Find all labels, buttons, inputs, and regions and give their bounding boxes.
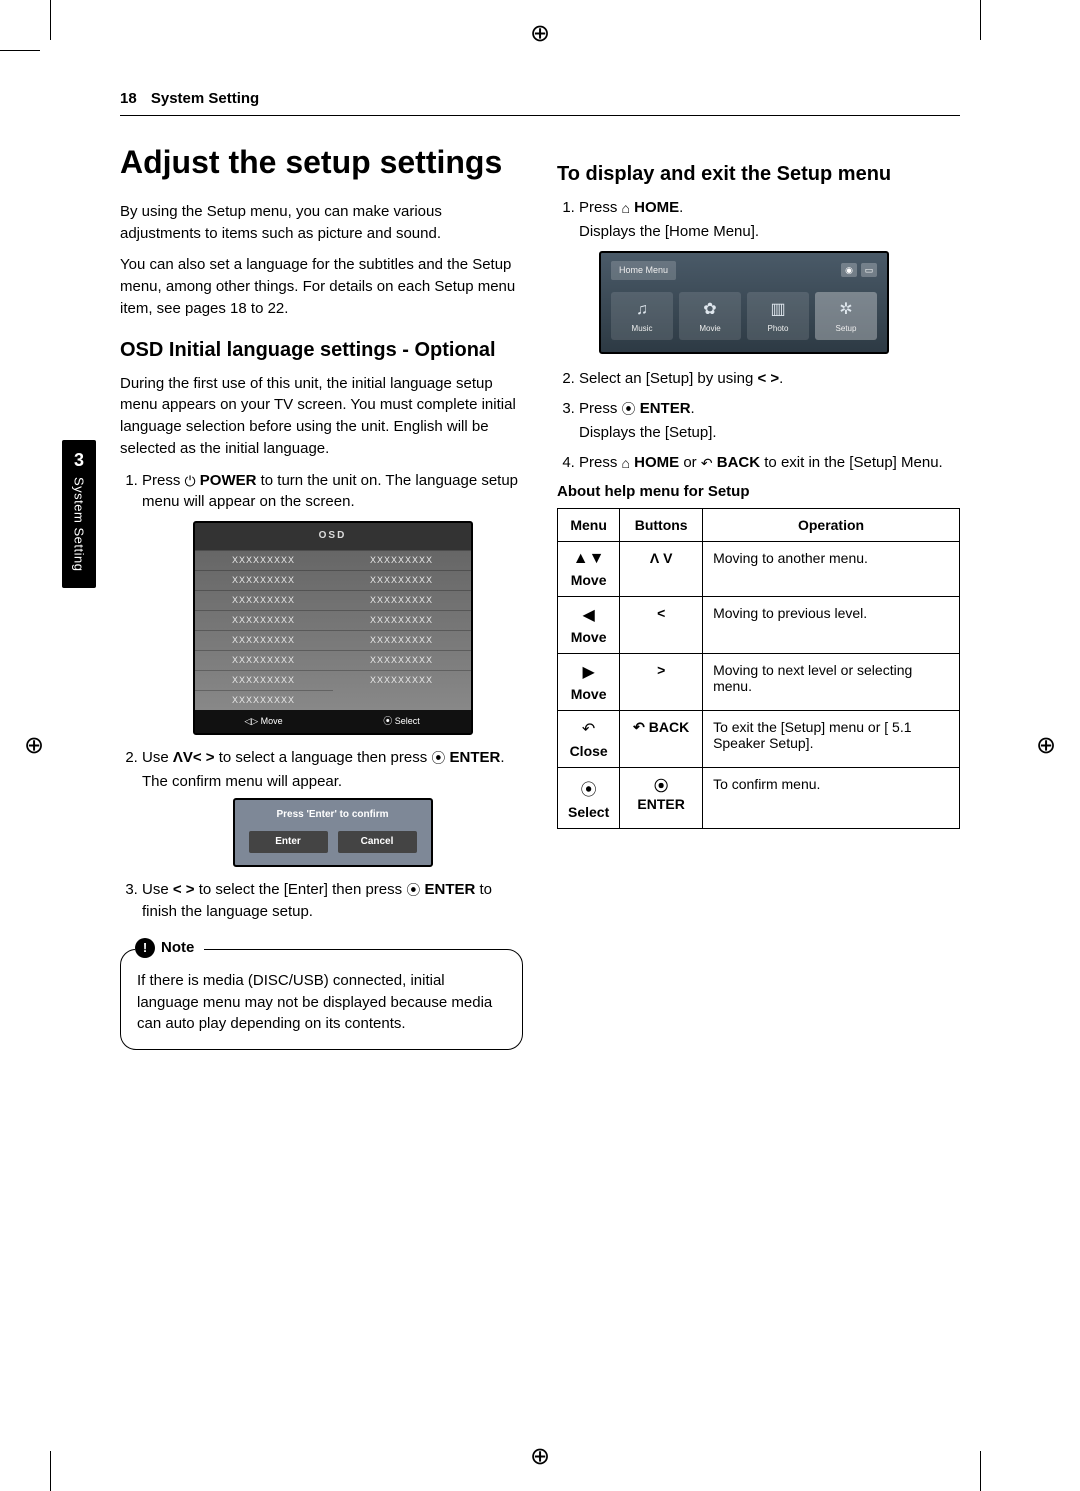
crop-mark	[50, 0, 51, 40]
arrow-left-icon: ◀	[568, 605, 609, 625]
chapter-tab: 3 System Setting	[62, 440, 96, 588]
step-item: Press ⌂ HOME or ↶ BACK to exit in the [S…	[579, 452, 960, 474]
section-heading: OSD Initial language settings - Optional	[120, 338, 523, 363]
home-icon: ⌂	[622, 200, 630, 216]
confirm-enter-button: Enter	[249, 831, 328, 854]
enter-icon: ⦿	[406, 882, 420, 898]
photo-icon: ▥	[747, 298, 809, 321]
crop-mark	[50, 1451, 51, 1491]
osd-footer-move: ◁▷ Move	[195, 710, 333, 733]
steps-list: Press ⏻ POWER to turn the unit on. The l…	[120, 470, 523, 923]
enter-icon: ⦿	[622, 401, 636, 417]
home-menu-title: Home Menu	[611, 261, 676, 280]
table-row: ↶Close ↶ BACK To exit the [Setup] menu o…	[558, 711, 960, 768]
note-label: ! Note	[135, 938, 204, 958]
note-box: ! Note If there is media (DISC/USB) conn…	[120, 949, 523, 1050]
home-tile-photo: ▥Photo	[747, 292, 809, 341]
confirm-cancel-button: Cancel	[338, 831, 417, 854]
crop-mark	[0, 50, 40, 51]
chapter-number: 3	[62, 450, 96, 471]
home-tile-music: ♫Music	[611, 292, 673, 341]
intro-paragraph: You can also set a language for the subt…	[120, 254, 523, 319]
step-item: Press ⦿ ENTER. Displays the [Setup].	[579, 398, 960, 444]
back-icon: ↶	[701, 455, 713, 471]
step-item: Press ⏻ POWER to turn the unit on. The l…	[142, 470, 523, 735]
step-item: Use < > to select the [Enter] then press…	[142, 879, 523, 923]
arrows-up-down-icon: ▲▼	[568, 550, 609, 568]
registration-mark-icon: ⊕	[526, 1443, 554, 1471]
registration-mark-icon: ⊕	[1032, 732, 1060, 760]
home-tile-setup: ✲Setup	[815, 292, 877, 341]
step-subtext: Displays the [Setup].	[579, 422, 960, 444]
th-buttons: Buttons	[620, 509, 703, 542]
right-column: To display and exit the Setup menu Press…	[557, 144, 960, 1050]
note-icon: !	[135, 938, 155, 958]
osd-left-list: XXXXXXXXX XXXXXXXXX XXXXXXXXX XXXXXXXXX …	[195, 550, 333, 710]
th-operation: Operation	[703, 509, 960, 542]
left-column: Adjust the setup settings By using the S…	[120, 144, 523, 1050]
confirm-header: Press 'Enter' to confirm	[235, 800, 431, 831]
step-item: Press ⌂ HOME. Displays the [Home Menu]. …	[579, 197, 960, 354]
osd-title: OSD	[195, 523, 471, 550]
home-menu-screenshot: Home Menu ◉▭ ♫Music ✿Movie ▥Photo ✲Setup	[599, 251, 889, 355]
step-subtext: The confirm menu will appear.	[142, 771, 523, 793]
page-title: Adjust the setup settings	[120, 144, 523, 181]
step-item: Select an [Setup] by using < >.	[579, 368, 960, 390]
steps-list: Press ⌂ HOME. Displays the [Home Menu]. …	[557, 197, 960, 473]
note-text: If there is media (DISC/USB) connected, …	[137, 970, 506, 1035]
confirm-screenshot: Press 'Enter' to confirm Enter Cancel	[233, 798, 433, 867]
disc-icon: ◉	[841, 263, 857, 277]
table-row: ▲▼Move Λ V Moving to another menu.	[558, 542, 960, 597]
crop-mark	[980, 1451, 981, 1491]
page-number: 18	[120, 90, 137, 107]
crop-mark	[980, 0, 981, 40]
section-name: System Setting	[151, 90, 259, 107]
home-icon: ⌂	[622, 455, 630, 471]
table-row: ◀Move < Moving to previous level.	[558, 597, 960, 654]
th-menu: Menu	[558, 509, 620, 542]
power-icon: ⏻	[185, 473, 196, 489]
running-header: 18 System Setting	[120, 90, 960, 116]
osd-language-screenshot: OSD XXXXXXXXX XXXXXXXXX XXXXXXXXX XXXXXX…	[193, 521, 473, 735]
step-subtext: Displays the [Home Menu].	[579, 221, 960, 243]
registration-mark-icon: ⊕	[20, 732, 48, 760]
chapter-label: System Setting	[72, 477, 87, 579]
page-content: 18 System Setting Adjust the setup setti…	[120, 90, 960, 1401]
arrow-right-icon: ▶	[568, 662, 609, 682]
music-icon: ♫	[611, 298, 673, 321]
home-tile-movie: ✿Movie	[679, 292, 741, 341]
intro-paragraph: By using the Setup menu, you can make va…	[120, 201, 523, 245]
help-table: Menu Buttons Operation ▲▼Move Λ V Moving…	[557, 508, 960, 829]
osd-right-list: XXXXXXXXX XXXXXXXXX XXXXXXXXX XXXXXXXXX …	[333, 550, 471, 710]
registration-mark-icon: ⊕	[526, 20, 554, 48]
table-row: ⦿Select ⦿ ENTER To confirm menu.	[558, 768, 960, 829]
step-item: Use ΛV< > to select a language then pres…	[142, 747, 523, 868]
enter-icon: ⦿	[568, 776, 609, 800]
body-text: During the first use of this unit, the i…	[120, 373, 523, 460]
section-heading: To display and exit the Setup menu	[557, 162, 960, 187]
back-icon: ↶	[568, 719, 609, 739]
osd-footer-select: ⦿ Select	[333, 710, 471, 733]
home-menu-status-icons: ◉▭	[841, 263, 877, 277]
usb-icon: ▭	[861, 263, 877, 277]
table-caption: About help menu for Setup	[557, 483, 960, 500]
table-row: ▶Move > Moving to next level or selectin…	[558, 654, 960, 711]
enter-icon: ⦿	[431, 750, 445, 766]
gear-icon: ✲	[815, 298, 877, 321]
movie-icon: ✿	[679, 298, 741, 321]
